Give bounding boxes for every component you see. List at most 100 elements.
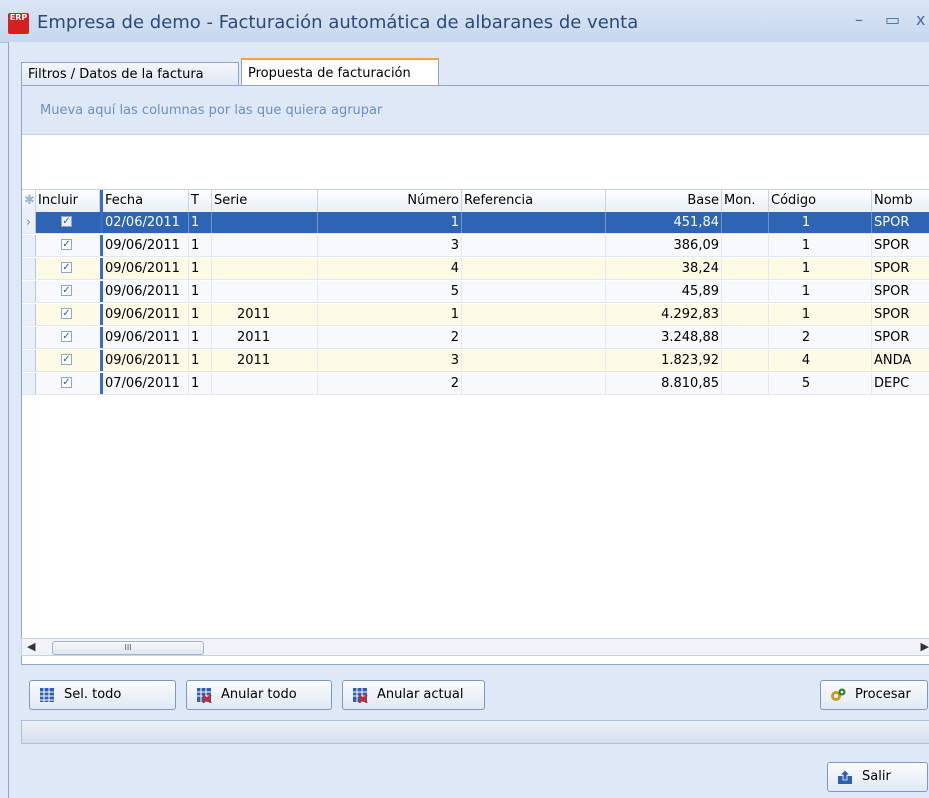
cell-numero[interactable]: 5	[318, 281, 462, 302]
cell-nombre[interactable]: SPOR	[872, 235, 929, 256]
cell-referencia[interactable]	[462, 373, 606, 394]
col-referencia[interactable]: Referencia	[462, 190, 606, 212]
incluir-checkbox[interactable]: ✓	[61, 354, 72, 365]
cell-t[interactable]: 1	[189, 373, 212, 394]
cell-referencia[interactable]	[462, 304, 606, 325]
row-indicator[interactable]	[22, 373, 36, 394]
cell-base[interactable]: 386,09	[606, 235, 722, 256]
cell-numero[interactable]: 1	[318, 304, 462, 325]
table-row[interactable]: ✓ 09/06/2011 1 2011 2 3.248,88 2 SPOR	[22, 327, 929, 349]
col-mon[interactable]: Mon.	[722, 190, 769, 212]
cell-mon[interactable]	[722, 373, 769, 394]
anular-actual-button[interactable]: Anular actual	[342, 680, 485, 710]
cell-mon[interactable]	[722, 304, 769, 325]
cell-fecha[interactable]: 09/06/2011	[103, 327, 189, 348]
sel-todo-button[interactable]: Sel. todo	[29, 680, 176, 710]
incluir-checkbox[interactable]: ✓	[61, 216, 72, 227]
table-row[interactable]: ✓ 09/06/2011 1 4 38,24 1 SPOR	[22, 258, 929, 280]
cell-t[interactable]: 1	[189, 212, 212, 233]
row-indicator[interactable]	[22, 235, 36, 256]
cell-mon[interactable]	[722, 258, 769, 279]
scroll-thumb[interactable]: III	[52, 641, 204, 655]
cell-codigo[interactable]: 1	[769, 304, 872, 325]
cell-nombre[interactable]: SPOR	[872, 212, 929, 233]
cell-t[interactable]: 1	[189, 258, 212, 279]
scroll-right-icon[interactable]: ▶	[921, 640, 929, 653]
cell-serie[interactable]	[212, 258, 318, 279]
cell-serie[interactable]	[212, 235, 318, 256]
row-indicator[interactable]	[22, 304, 36, 325]
col-base[interactable]: Base	[606, 190, 722, 212]
col-fecha[interactable]: Fecha	[100, 190, 189, 212]
cell-base[interactable]: 45,89	[606, 281, 722, 302]
row-indicator[interactable]	[22, 327, 36, 348]
cell-nombre[interactable]: SPOR	[872, 327, 929, 348]
cell-fecha[interactable]: 09/06/2011	[103, 235, 189, 256]
row-indicator[interactable]	[22, 281, 36, 302]
anular-todo-button[interactable]: Anular todo	[186, 680, 332, 710]
cell-mon[interactable]	[722, 281, 769, 302]
group-by-area[interactable]: Mueva aquí las columnas por las que quie…	[22, 86, 929, 135]
maximize-icon[interactable]: ▭	[885, 10, 900, 29]
cell-t[interactable]: 1	[189, 235, 212, 256]
cell-codigo[interactable]: 2	[769, 327, 872, 348]
cell-nombre[interactable]: DEPC	[872, 373, 929, 394]
cell-referencia[interactable]	[462, 235, 606, 256]
cell-numero[interactable]: 1	[318, 212, 462, 233]
cell-fecha[interactable]: 09/06/2011	[103, 304, 189, 325]
col-numero[interactable]: Número	[318, 190, 462, 212]
incluir-checkbox[interactable]: ✓	[61, 239, 72, 250]
cell-numero[interactable]: 3	[318, 235, 462, 256]
col-t[interactable]: T	[189, 190, 212, 212]
cell-base[interactable]: 8.810,85	[606, 373, 722, 394]
current-row-indicator-icon[interactable]: ›	[22, 212, 36, 233]
cell-numero[interactable]: 4	[318, 258, 462, 279]
table-row[interactable]: ✓ 09/06/2011 1 2011 1 4.292,83 1 SPOR	[22, 304, 929, 326]
cell-nombre[interactable]: SPOR	[872, 281, 929, 302]
incluir-checkbox[interactable]: ✓	[61, 331, 72, 342]
cell-fecha[interactable]: 09/06/2011	[103, 258, 189, 279]
cell-base[interactable]: 1.823,92	[606, 350, 722, 371]
cell-numero[interactable]: 3	[318, 350, 462, 371]
table-row[interactable]: › ✓ 02/06/2011 1 1 451,84 1 SPOR	[22, 212, 929, 234]
cell-mon[interactable]	[722, 327, 769, 348]
cell-codigo[interactable]: 1	[769, 212, 872, 233]
cell-serie[interactable]	[212, 373, 318, 394]
cell-base[interactable]: 38,24	[606, 258, 722, 279]
cell-serie[interactable]	[212, 281, 318, 302]
col-serie[interactable]: Serie	[212, 190, 318, 212]
row-indicator[interactable]	[22, 350, 36, 371]
cell-fecha[interactable]: 09/06/2011	[103, 281, 189, 302]
close-icon[interactable]: x	[916, 10, 925, 29]
cell-fecha[interactable]: 09/06/2011	[103, 350, 189, 371]
cell-t[interactable]: 1	[189, 350, 212, 371]
cell-mon[interactable]	[722, 212, 769, 233]
cell-nombre[interactable]: ANDA	[872, 350, 929, 371]
cell-base[interactable]: 451,84	[606, 212, 722, 233]
cell-nombre[interactable]: SPOR	[872, 258, 929, 279]
incluir-checkbox[interactable]: ✓	[61, 308, 72, 319]
cell-numero[interactable]: 2	[318, 373, 462, 394]
cell-fecha[interactable]: 07/06/2011	[103, 373, 189, 394]
cell-base[interactable]: 3.248,88	[606, 327, 722, 348]
procesar-button[interactable]: Procesar	[820, 680, 928, 710]
cell-codigo[interactable]: 1	[769, 281, 872, 302]
salir-button[interactable]: Salir	[827, 762, 928, 792]
table-row[interactable]: ✓ 09/06/2011 1 3 386,09 1 SPOR	[22, 235, 929, 257]
cell-nombre[interactable]: SPOR	[872, 304, 929, 325]
incluir-checkbox[interactable]: ✓	[61, 262, 72, 273]
table-row[interactable]: ✓ 07/06/2011 1 2 8.810,85 5 DEPC	[22, 373, 929, 395]
row-indicator[interactable]	[22, 258, 36, 279]
cell-t[interactable]: 1	[189, 327, 212, 348]
cell-serie[interactable]: 2011	[212, 327, 318, 348]
minimize-icon[interactable]: –	[855, 10, 863, 29]
table-row[interactable]: ✓ 09/06/2011 1 2011 3 1.823,92 4 ANDA	[22, 350, 929, 372]
cell-codigo[interactable]: 1	[769, 235, 872, 256]
cell-mon[interactable]	[722, 235, 769, 256]
tab-filtros[interactable]: Filtros / Datos de la factura	[21, 62, 239, 86]
col-codigo[interactable]: Código	[769, 190, 872, 212]
col-incluir[interactable]: Incluir	[36, 190, 100, 212]
cell-mon[interactable]	[722, 350, 769, 371]
cell-referencia[interactable]	[462, 350, 606, 371]
cell-referencia[interactable]	[462, 327, 606, 348]
